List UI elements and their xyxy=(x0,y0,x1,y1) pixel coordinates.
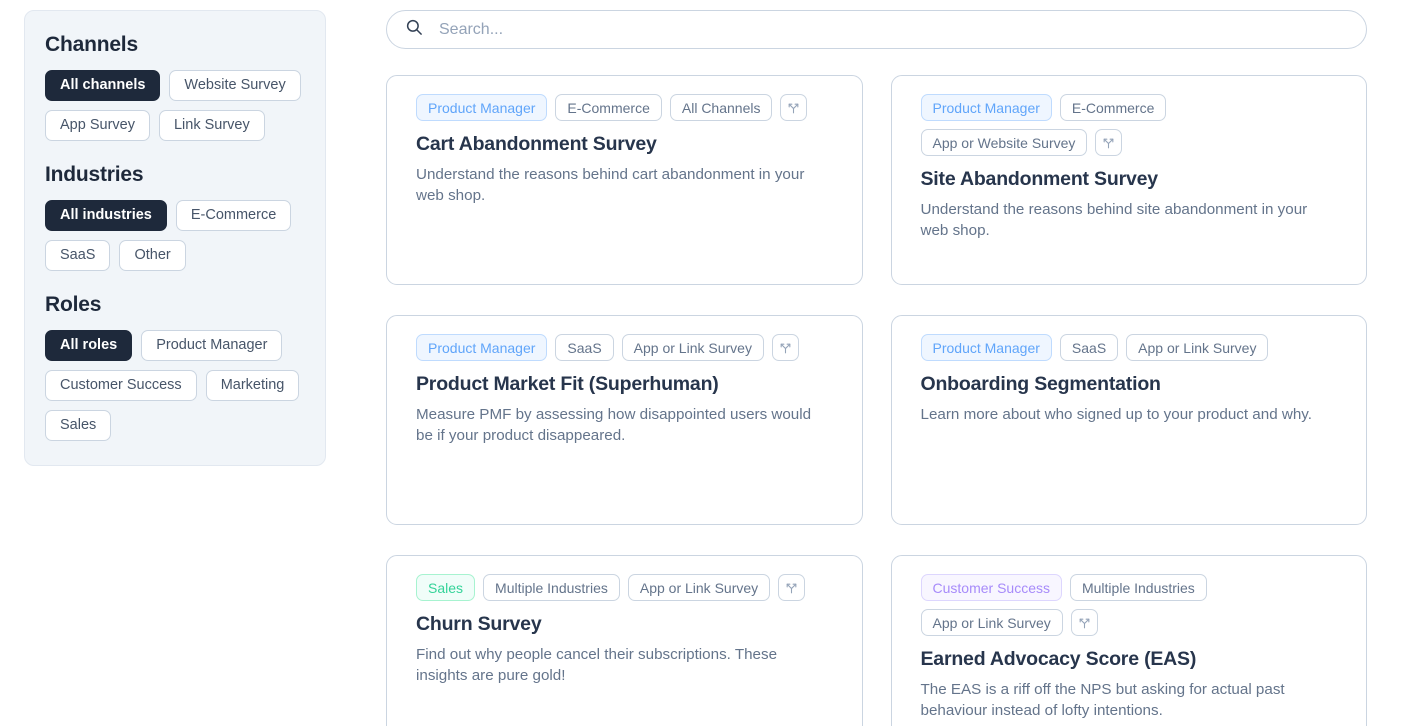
filter-chip-roles-0[interactable]: All roles xyxy=(45,330,133,361)
card-title: Earned Advocacy Score (EAS) xyxy=(920,648,1197,670)
card-tag: App or Link Survey xyxy=(621,334,764,361)
card-title: Cart Abandonment Survey xyxy=(416,133,657,155)
card-description: Find out why people cancel their subscri… xyxy=(416,646,778,684)
filter-chip-industries-0[interactable]: All industries xyxy=(45,200,167,231)
card-description: The EAS is a riff off the NPS but asking… xyxy=(920,681,1285,719)
card-title: Product Market Fit (Superhuman) xyxy=(416,373,719,395)
filter-chip-channels-0[interactable]: All channels xyxy=(45,70,161,101)
branch-icon xyxy=(1070,609,1098,636)
filter-chip-channels-1[interactable]: Website Survey xyxy=(169,70,301,101)
filter-sidebar: Channels All channels Website Survey App Su… xyxy=(24,10,326,466)
search-icon xyxy=(405,18,423,41)
template-card[interactable]: Customer Success Multiple Industries App o… xyxy=(890,555,1367,726)
template-card[interactable]: Product Manager SaaS App or Link Survey Pro… xyxy=(386,315,863,525)
card-tag: App or Link Survey xyxy=(627,574,771,601)
template-library-page: Channels All channels Website Survey App Su… xyxy=(0,0,1401,726)
card-title: Churn Survey xyxy=(416,613,542,635)
card-tag: Product Manager xyxy=(416,334,548,361)
card-tag: App or Link Survey xyxy=(1126,334,1269,361)
branch-icon xyxy=(771,334,799,361)
card-tag: Product Manager xyxy=(920,334,1052,361)
filter-group-channels: Channels All channels Website Survey App Su… xyxy=(45,33,305,141)
card-tag: SaaS xyxy=(555,334,614,361)
filter-chip-list: All roles Product Manager Customer Success… xyxy=(45,330,305,441)
card-tag: E-Commerce xyxy=(1059,94,1167,121)
filter-chip-roles-3[interactable]: Marketing xyxy=(205,370,300,401)
filter-group-roles: Roles All roles Product Manager Customer Su… xyxy=(45,293,305,441)
branch-icon xyxy=(778,574,806,601)
card-tag: Product Manager xyxy=(920,94,1052,121)
card-tag-list: Product Manager SaaS App or Link Survey xyxy=(416,334,834,361)
filter-chip-industries-1[interactable]: E-Commerce xyxy=(175,200,292,231)
filter-group-title: Roles xyxy=(45,293,102,316)
filter-chip-list: All industries E-Commerce SaaS Other xyxy=(45,200,305,271)
template-card[interactable]: Product Manager E-Commerce App or Website … xyxy=(890,75,1367,285)
filter-chip-roles-1[interactable]: Product Manager xyxy=(141,330,283,361)
card-title: Onboarding Segmentation xyxy=(920,373,1161,395)
search-bar[interactable] xyxy=(386,10,1367,49)
template-card[interactable]: Sales Multiple Industries App or Link Surv… xyxy=(386,555,863,726)
filter-chip-roles-4[interactable]: Sales xyxy=(45,410,112,441)
filter-group-title: Industries xyxy=(45,163,144,186)
card-tag: Product Manager xyxy=(416,94,548,121)
card-tag: Multiple Industries xyxy=(1069,574,1207,601)
card-tag-list: Sales Multiple Industries App or Link Surv… xyxy=(416,574,834,601)
card-tag: E-Commerce xyxy=(555,94,662,121)
branch-icon xyxy=(1095,129,1123,156)
template-card[interactable]: Product Manager SaaS App or Link Survey Onb… xyxy=(890,315,1367,525)
main-content: Product Manager E-Commerce All Channels Car… xyxy=(386,0,1367,726)
card-description: Understand the reasons behind cart aband… xyxy=(416,166,805,204)
filter-chip-channels-2[interactable]: App Survey xyxy=(45,110,150,141)
card-title: Site Abandonment Survey xyxy=(920,168,1159,190)
card-description: Measure PMF by assessing how disappointe… xyxy=(416,406,812,444)
card-description: Understand the reasons behind site aband… xyxy=(920,201,1308,239)
filter-chip-roles-2[interactable]: Customer Success xyxy=(45,370,197,401)
template-card[interactable]: Product Manager E-Commerce All Channels Car… xyxy=(386,75,863,285)
card-tag: Customer Success xyxy=(920,574,1062,601)
card-tag: App or Link Survey xyxy=(920,609,1063,636)
search-input[interactable] xyxy=(437,19,1348,40)
filter-chip-industries-3[interactable]: Other xyxy=(119,240,186,271)
card-tag: SaaS xyxy=(1059,334,1119,361)
card-tag-list: Customer Success Multiple Industries App o… xyxy=(920,574,1339,636)
card-description: Learn more about who signed up to your p… xyxy=(920,406,1312,423)
branch-icon xyxy=(780,94,808,121)
card-tag: Sales xyxy=(416,574,476,601)
filter-chip-list: All channels Website Survey App Survey Link… xyxy=(45,70,305,141)
card-tag: Multiple Industries xyxy=(483,574,620,601)
card-tag: App or Website Survey xyxy=(920,129,1088,156)
card-tag: All Channels xyxy=(669,94,773,121)
filter-chip-industries-2[interactable]: SaaS xyxy=(45,240,111,271)
filter-group-title: Channels xyxy=(45,33,138,56)
card-tag-list: Product Manager E-Commerce All Channels xyxy=(416,94,834,121)
card-tag-list: Product Manager SaaS App or Link Survey xyxy=(920,334,1339,361)
filter-group-industries: Industries All industries E-Commerce SaaS Ot… xyxy=(45,163,305,271)
filter-chip-channels-3[interactable]: Link Survey xyxy=(158,110,265,141)
template-card-grid: Product Manager E-Commerce All Channels Car… xyxy=(386,75,1367,726)
card-tag-list: Product Manager E-Commerce App or Website … xyxy=(920,94,1339,156)
